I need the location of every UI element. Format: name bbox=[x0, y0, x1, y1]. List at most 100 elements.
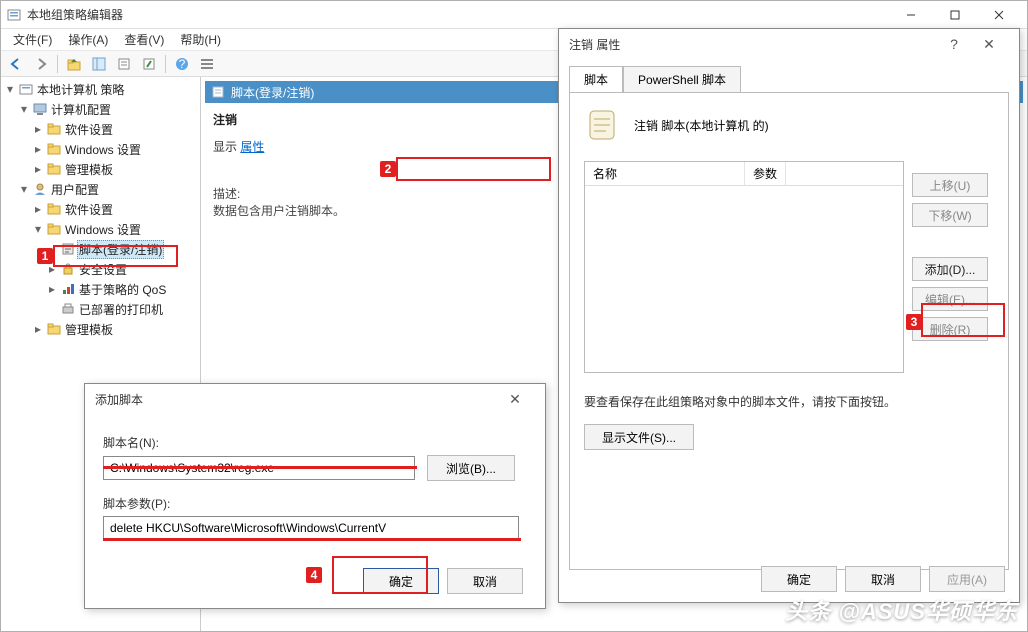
maximize-button[interactable] bbox=[933, 2, 977, 28]
menu-file[interactable]: 文件(F) bbox=[5, 29, 60, 50]
forward-button[interactable] bbox=[30, 53, 52, 75]
folder-icon bbox=[45, 322, 63, 336]
dialog-title: 注销 属性 bbox=[569, 36, 620, 53]
col-param[interactable]: 参数 bbox=[745, 162, 786, 185]
expand-icon[interactable]: ▸ bbox=[31, 202, 45, 216]
lock-icon bbox=[59, 262, 77, 276]
script-icon bbox=[211, 85, 225, 99]
show-hide-button[interactable] bbox=[88, 53, 110, 75]
tab-powershell[interactable]: PowerShell 脚本 bbox=[623, 66, 741, 93]
folder-icon bbox=[45, 222, 63, 236]
titlebar: 本地组策略编辑器 bbox=[1, 1, 1027, 29]
dialog-close-button[interactable]: ✕ bbox=[969, 36, 1009, 53]
tab-body: 注销 脚本(本地计算机 的) 名称 参数 上移(U) 下移(W) 添加(D)..… bbox=[569, 92, 1009, 570]
export-button[interactable] bbox=[138, 53, 160, 75]
printer-icon bbox=[59, 302, 77, 316]
tree-label: 软件设置 bbox=[63, 120, 115, 139]
props-header: 注销 脚本(本地计算机 的) bbox=[584, 107, 994, 143]
help-button[interactable]: ? bbox=[171, 53, 193, 75]
menu-view[interactable]: 查看(V) bbox=[116, 29, 172, 50]
tree-root[interactable]: ▾ 本地计算机 策略 bbox=[1, 79, 200, 99]
tree-label: 管理模板 bbox=[63, 160, 115, 179]
window-title: 本地组策略编辑器 bbox=[27, 6, 889, 23]
move-up-button[interactable]: 上移(U) bbox=[912, 173, 988, 197]
browse-button[interactable]: 浏览(B)... bbox=[427, 455, 515, 481]
col-name[interactable]: 名称 bbox=[585, 162, 745, 185]
minimize-button[interactable] bbox=[889, 2, 933, 28]
scroll-icon bbox=[584, 107, 620, 143]
expand-icon[interactable]: ▸ bbox=[31, 162, 45, 176]
folder-icon bbox=[45, 142, 63, 156]
dialog-titlebar[interactable]: 注销 属性 ? ✕ bbox=[559, 29, 1019, 59]
dialog-titlebar[interactable]: 添加脚本 ✕ bbox=[85, 384, 545, 414]
tree-windows-settings[interactable]: ▸ Windows 设置 bbox=[1, 139, 200, 159]
tree-windows-settings-2[interactable]: ▾ Windows 设置 bbox=[1, 219, 200, 239]
expand-icon[interactable]: ▸ bbox=[45, 262, 59, 276]
user-icon bbox=[31, 182, 49, 196]
tree-admin-templates[interactable]: ▸ 管理模板 bbox=[1, 159, 200, 179]
expand-icon[interactable]: ▸ bbox=[31, 142, 45, 156]
properties-link[interactable]: 属性 bbox=[240, 140, 264, 154]
expand-icon[interactable]: ▸ bbox=[31, 322, 45, 336]
expand-icon[interactable]: ▾ bbox=[17, 102, 31, 116]
properties-button[interactable] bbox=[113, 53, 135, 75]
expand-icon[interactable]: ▾ bbox=[31, 222, 45, 236]
folder-icon bbox=[45, 202, 63, 216]
back-button[interactable] bbox=[5, 53, 27, 75]
tree-computer-config[interactable]: ▾ 计算机配置 bbox=[1, 99, 200, 119]
annotation-underline bbox=[103, 466, 417, 469]
dialog-help-button[interactable]: ? bbox=[939, 36, 969, 52]
tree-software-settings[interactable]: ▸ 软件设置 bbox=[1, 119, 200, 139]
edit-button[interactable]: 编辑(E)... bbox=[912, 287, 988, 311]
ok-button[interactable]: 确定 bbox=[363, 568, 439, 594]
cancel-button[interactable]: 取消 bbox=[447, 568, 523, 594]
ok-button[interactable]: 确定 bbox=[761, 566, 837, 592]
dialog-title: 添加脚本 bbox=[95, 391, 143, 408]
apply-button[interactable]: 应用(A) bbox=[929, 566, 1005, 592]
props-info-text: 要查看保存在此组策略对象中的脚本文件，请按下面按钮。 bbox=[584, 393, 904, 410]
add-body: 脚本名(N): 浏览(B)... 脚本参数(P): bbox=[85, 414, 545, 554]
script-param-input[interactable] bbox=[103, 516, 519, 540]
window-controls bbox=[889, 2, 1021, 28]
svg-text:?: ? bbox=[179, 57, 186, 71]
cancel-button[interactable]: 取消 bbox=[845, 566, 921, 592]
expand-icon[interactable]: ▾ bbox=[3, 82, 17, 96]
tree-admin-templates-2[interactable]: ▸ 管理模板 bbox=[1, 319, 200, 339]
tree-label-selected: 脚本(登录/注销) bbox=[77, 240, 164, 259]
script-name-label: 脚本名(N): bbox=[103, 434, 527, 451]
tree-software-settings-2[interactable]: ▸ 软件设置 bbox=[1, 199, 200, 219]
annotation-underline bbox=[103, 538, 521, 541]
scripts-listview[interactable]: 名称 参数 bbox=[584, 161, 904, 373]
expand-icon[interactable]: ▸ bbox=[45, 282, 59, 296]
tree-printers[interactable]: 已部署的打印机 bbox=[1, 299, 200, 319]
tree-label: 已部署的打印机 bbox=[77, 300, 165, 319]
annotation-marker-4: 4 bbox=[306, 567, 322, 583]
show-files-button[interactable]: 显示文件(S)... bbox=[584, 424, 694, 450]
close-button[interactable] bbox=[977, 2, 1021, 28]
tree-user-config[interactable]: ▾ 用户配置 bbox=[1, 179, 200, 199]
move-down-button[interactable]: 下移(W) bbox=[912, 203, 988, 227]
tree-label: 基于策略的 QoS bbox=[77, 280, 168, 299]
up-button[interactable] bbox=[63, 53, 85, 75]
tree-label: 软件设置 bbox=[63, 200, 115, 219]
toolbar-separator bbox=[57, 55, 58, 73]
dialog-buttons: 确定 取消 应用(A) bbox=[761, 566, 1005, 592]
menu-action[interactable]: 操作(A) bbox=[60, 29, 116, 50]
expand-icon[interactable]: ▸ bbox=[31, 122, 45, 136]
tree-security-settings[interactable]: ▸ 安全设置 bbox=[1, 259, 200, 279]
expand-icon[interactable]: ▾ bbox=[17, 182, 31, 196]
tree-label: Windows 设置 bbox=[63, 140, 143, 159]
side-buttons: 上移(U) 下移(W) 添加(D)... 编辑(E)... 删除(R) bbox=[912, 173, 988, 341]
dialog-close-button[interactable]: ✕ bbox=[495, 391, 535, 408]
remove-button[interactable]: 删除(R) bbox=[912, 317, 988, 341]
add-button[interactable]: 添加(D)... bbox=[912, 257, 988, 281]
tree-label: Windows 设置 bbox=[63, 220, 143, 239]
tree-qos[interactable]: ▸ 基于策略的 QoS bbox=[1, 279, 200, 299]
details-view-button[interactable] bbox=[196, 53, 218, 75]
listview-header: 名称 参数 bbox=[585, 162, 903, 186]
tree-scripts-logon[interactable]: 脚本(登录/注销) bbox=[1, 239, 200, 259]
tree-label: 管理模板 bbox=[63, 320, 115, 339]
tab-script[interactable]: 脚本 bbox=[569, 66, 623, 93]
dialog-buttons: 确定 取消 bbox=[363, 568, 523, 594]
menu-help[interactable]: 帮助(H) bbox=[172, 29, 229, 50]
